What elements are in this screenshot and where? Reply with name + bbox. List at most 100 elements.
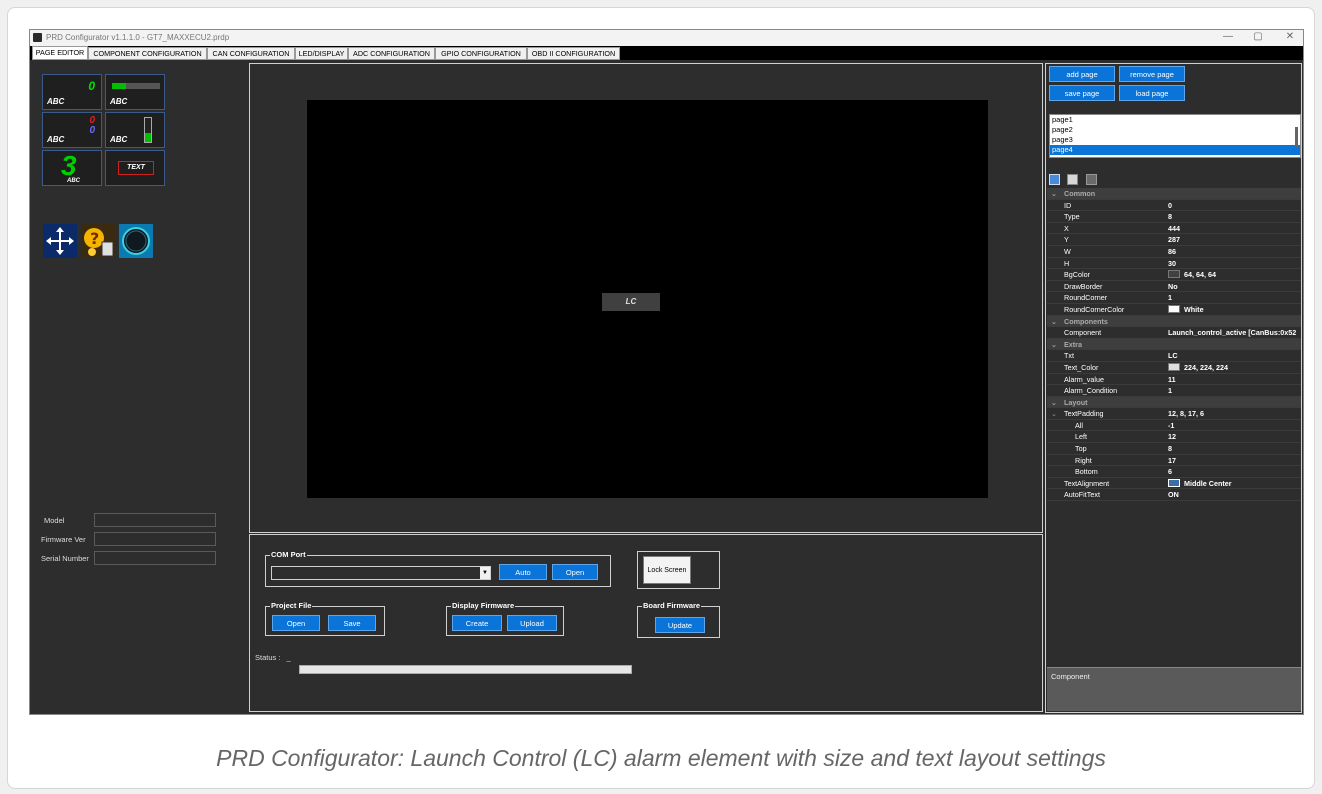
firmware-create-button[interactable]: Create (452, 615, 502, 631)
collapse-icon[interactable]: ⌄ (1051, 188, 1057, 200)
prop-row-alarm-value[interactable]: Alarm_value 11 (1047, 374, 1301, 386)
prop-row-padding-right[interactable]: Right 17 (1047, 455, 1301, 467)
figure-caption: PRD Configurator: Launch Control (LC) al… (216, 745, 1106, 771)
board-firmware-label: Board Firmware (642, 601, 702, 610)
com-port-label: COM Port (270, 550, 307, 559)
serial-label: Serial Number (41, 554, 89, 563)
alignment-icon (1168, 478, 1180, 487)
prop-row-text-color[interactable]: Text_Color 224, 224, 224 (1047, 362, 1301, 374)
prop-row-id[interactable]: ID 0 (1047, 200, 1301, 212)
project-open-button[interactable]: Open (272, 615, 320, 631)
model-label: Model (44, 516, 65, 525)
lc-alarm-element[interactable]: LC (602, 293, 660, 311)
prop-row-textpadding[interactable]: ⌄ TextPadding 12, 8, 17, 6 (1047, 408, 1301, 420)
list-scrollbar[interactable] (1295, 127, 1298, 147)
bar-graph-widget[interactable]: ABC (105, 74, 165, 110)
prop-row-component[interactable]: Component Launch_control_active [CanBus:0… (1047, 327, 1301, 339)
upload-progress-bar (299, 665, 632, 674)
prop-row-bgcolor[interactable]: BgColor 64, 64, 64 (1047, 269, 1301, 281)
prop-row-padding-all[interactable]: All -1 (1047, 420, 1301, 432)
display-firmware-group: Display Firmware Create Upload (446, 601, 564, 636)
maximize-icon[interactable]: ▢ (1248, 31, 1268, 42)
prop-row-textalignment[interactable]: TextAlignment Middle Center (1047, 478, 1301, 490)
connection-panel: COM Port ▼ Auto Open Lock Screen Project… (249, 534, 1043, 712)
help-tool-icon[interactable]: ? (81, 224, 115, 258)
prop-row-type[interactable]: Type 8 (1047, 211, 1301, 223)
property-pages-icon[interactable] (1085, 174, 1097, 185)
save-page-button[interactable]: save page (1049, 85, 1115, 101)
text-widget[interactable]: TEXT (105, 150, 165, 186)
gauge-tool-icon[interactable] (119, 224, 153, 258)
prop-row-padding-bottom[interactable]: Bottom 6 (1047, 466, 1301, 478)
chevron-down-icon[interactable]: ▼ (480, 567, 490, 579)
tab-component-configuration[interactable]: COMPONENT CONFIGURATION (88, 47, 207, 60)
big-digit-widget[interactable]: 3 ABC (42, 150, 102, 186)
page-list[interactable]: page1 page2 page3 page4 (1049, 114, 1301, 158)
roundcorner-swatch (1168, 304, 1180, 313)
display-firmware-label: Display Firmware (451, 601, 516, 610)
com-port-select[interactable]: ▼ (271, 566, 491, 580)
serial-field[interactable] (94, 551, 216, 565)
category-components[interactable]: ⌄ Components (1047, 315, 1301, 328)
prop-row-h[interactable]: H 30 (1047, 258, 1301, 270)
widget-abc-label: ABC (110, 135, 128, 144)
list-item[interactable]: page2 (1050, 125, 1300, 135)
prop-row-alarm-condition[interactable]: Alarm_Condition 1 (1047, 385, 1301, 397)
remove-page-button[interactable]: remove page (1119, 66, 1185, 82)
category-layout[interactable]: ⌄ Layout (1047, 396, 1301, 409)
prop-row-roundcornercolor[interactable]: RoundCornerColor White (1047, 304, 1301, 316)
model-field[interactable] (94, 513, 216, 527)
project-save-button[interactable]: Save (328, 615, 376, 631)
com-open-button[interactable]: Open (552, 564, 598, 580)
move-tool-icon[interactable] (43, 224, 77, 258)
prop-row-w[interactable]: W 86 (1047, 246, 1301, 258)
tab-obd-ii-configuration[interactable]: OBD II CONFIGURATION (527, 47, 620, 60)
expand-icon[interactable]: ⌄ (1051, 408, 1057, 420)
firmware-field[interactable] (94, 532, 216, 546)
load-page-button[interactable]: load page (1119, 85, 1185, 101)
prop-row-drawborder[interactable]: DrawBorder No (1047, 281, 1301, 293)
minimize-icon[interactable]: — (1218, 31, 1238, 42)
categorized-icon[interactable] (1049, 174, 1060, 185)
collapse-icon[interactable]: ⌄ (1051, 316, 1057, 328)
list-item[interactable]: page3 (1050, 135, 1300, 145)
project-file-group: Project File Open Save (265, 601, 385, 636)
prop-row-padding-left[interactable]: Left 12 (1047, 431, 1301, 444)
prop-row-autofittext[interactable]: AutoFitText ON (1047, 489, 1301, 502)
prop-row-y[interactable]: Y 287 (1047, 234, 1301, 246)
firmware-upload-button[interactable]: Upload (507, 615, 557, 631)
prop-row-padding-top[interactable]: Top 8 (1047, 443, 1301, 455)
auto-button[interactable]: Auto (499, 564, 547, 580)
tab-led-display[interactable]: LED/DISPLAY (295, 47, 348, 60)
tab-can-configuration[interactable]: CAN CONFIGURATION (207, 47, 295, 60)
prop-row-txt[interactable]: Txt LC (1047, 350, 1301, 362)
digital-value-widget[interactable]: 0 ABC (42, 74, 102, 110)
tab-gpio-configuration[interactable]: GPIO CONFIGURATION (435, 47, 527, 60)
collapse-icon[interactable]: ⌄ (1051, 339, 1057, 351)
title-bar: PRD Configurator v1.1.1.0 - GT7_MAXXECU2… (30, 30, 1303, 46)
category-extra[interactable]: ⌄ Extra (1047, 338, 1301, 351)
list-item-selected[interactable]: page4 (1050, 145, 1300, 155)
collapse-icon[interactable]: ⌄ (1051, 397, 1057, 409)
tab-page-editor[interactable]: PAGE EDITOR (32, 46, 88, 60)
tab-adc-configuration[interactable]: ADC CONFIGURATION (348, 47, 435, 60)
properties-panel: add page remove page save page load page… (1045, 63, 1302, 713)
property-description: Component (1047, 667, 1301, 711)
project-file-label: Project File (270, 601, 313, 610)
close-icon[interactable]: ✕ (1280, 31, 1300, 42)
display-preview[interactable]: LC (307, 100, 988, 498)
app-icon (33, 33, 42, 42)
digit-zero-glyph: 0 (88, 79, 95, 93)
property-grid: ⌄ Common ID 0 Type 8 X 444 Y 287 W 86 H 30 BgCo… (1047, 188, 1301, 534)
add-page-button[interactable]: add page (1049, 66, 1115, 82)
lock-screen-button[interactable]: Lock Screen (643, 556, 691, 584)
prop-row-roundcorner[interactable]: RoundCorner 1 (1047, 292, 1301, 304)
alphabetical-icon[interactable] (1067, 174, 1079, 185)
alarm-value-widget[interactable]: 0 0 ABC (42, 112, 102, 148)
list-item[interactable]: page1 (1050, 115, 1300, 125)
board-update-button[interactable]: Update (655, 617, 705, 633)
prop-row-x[interactable]: X 444 (1047, 223, 1301, 235)
category-common[interactable]: ⌄ Common (1047, 188, 1301, 200)
vertical-bar-widget[interactable]: ABC (105, 112, 165, 148)
window-title: PRD Configurator v1.1.1.0 - GT7_MAXXECU2… (46, 33, 230, 42)
